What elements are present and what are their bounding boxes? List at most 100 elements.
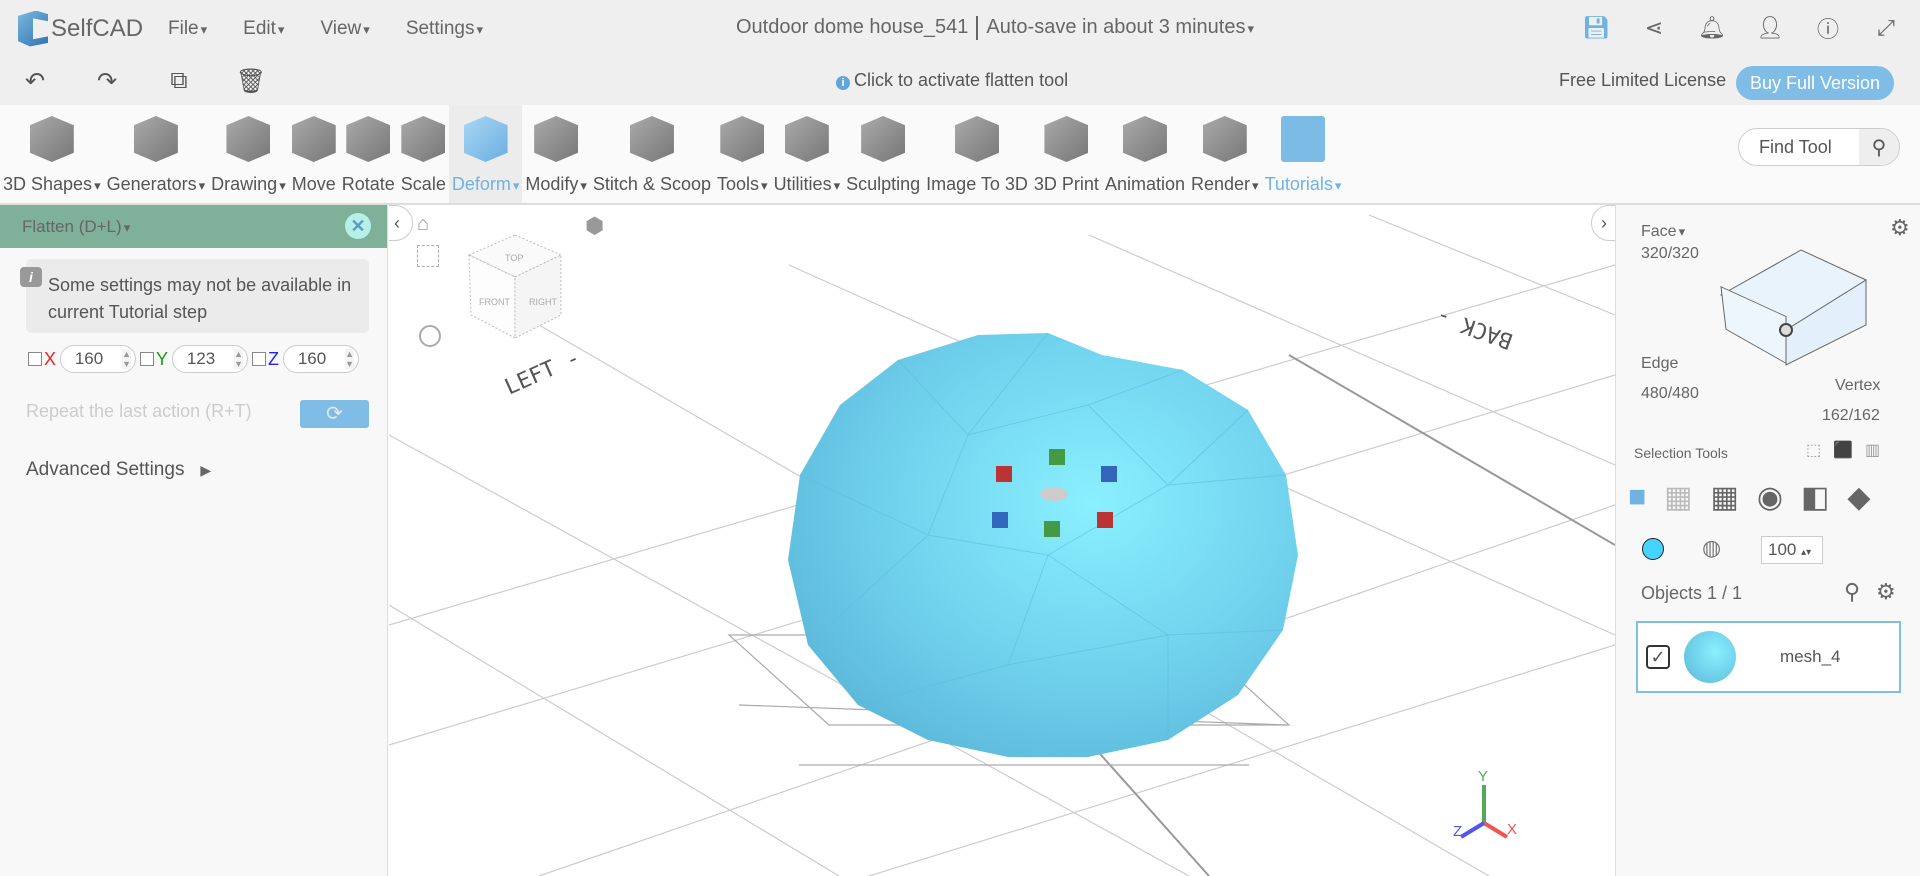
redo-icon[interactable]: ↷	[92, 66, 122, 96]
main-toolbar: 3D Shapes GeneratorsDrawingMoveRotateScal…	[0, 105, 1920, 205]
tool-label: Deform	[452, 174, 520, 195]
menu-view[interactable]: View	[320, 18, 369, 40]
tool-sculpting[interactable]: Sculpting	[843, 105, 923, 203]
3d-viewport[interactable]: LEFT - BACK - TOP FRONT RIGHT Y X Z ‹ ⌂ …	[389, 205, 1615, 876]
x-label: X	[44, 348, 57, 369]
gizmo-handle-z2[interactable]	[992, 512, 1008, 528]
gizmo-center[interactable]	[1040, 487, 1068, 501]
3d-print-icon	[1044, 116, 1089, 162]
panel-title[interactable]: Flatten (D+L)	[22, 217, 130, 237]
projection-icon[interactable]: ⬢	[585, 213, 604, 239]
tool-tools[interactable]: Tools	[714, 105, 771, 203]
y-checkbox[interactable]	[140, 352, 155, 366]
z-checkbox[interactable]	[252, 352, 267, 366]
info-icon[interactable]: ⓘ	[1814, 14, 1842, 42]
trash-icon[interactable]: 🗑︎	[236, 66, 266, 96]
tool-tutorials[interactable]: Tutorials	[1262, 105, 1345, 203]
x-input[interactable]: 160 ▲ ▼	[60, 345, 137, 373]
find-tool-input[interactable]: Find Tool ⚲	[1738, 128, 1900, 166]
bell-icon[interactable]: 🔔︎	[1698, 14, 1726, 42]
tool-rotate[interactable]: Rotate	[339, 105, 398, 203]
copy-icon[interactable]: ⧉	[164, 66, 194, 96]
gizmo-handle-x[interactable]	[996, 466, 1012, 482]
orbit-icon[interactable]	[419, 325, 441, 347]
tool-deform[interactable]: Deform	[448, 105, 523, 203]
tool-render[interactable]: Render	[1188, 105, 1262, 203]
fit-view-icon[interactable]	[417, 245, 439, 267]
rect-select-icon[interactable]: ⬚	[1806, 440, 1821, 460]
objects-gear-icon[interactable]: ⚙	[1876, 579, 1896, 605]
y-input[interactable]: 123 ▲ ▼	[172, 345, 249, 373]
deform-icon	[463, 116, 508, 162]
menu-file[interactable]: File	[168, 18, 207, 40]
select-faces-icon[interactable]: ▦	[1710, 480, 1738, 515]
face-mode-dropdown[interactable]: Face	[1641, 223, 1685, 241]
save-icon[interactable]: 💾︎	[1582, 14, 1610, 42]
tool-scale[interactable]: Scale	[398, 105, 449, 203]
select-object-icon[interactable]: ■	[1628, 480, 1646, 515]
user-icon[interactable]: 👤︎	[1756, 14, 1784, 42]
fullscreen-icon[interactable]: ⤢	[1872, 14, 1900, 42]
view-cube[interactable]	[467, 234, 563, 339]
tool-modify[interactable]: Modify	[522, 105, 590, 203]
tool-move[interactable]: Move	[289, 105, 339, 203]
tool-animation[interactable]: Animation	[1102, 105, 1188, 203]
menu-settings[interactable]: Settings	[406, 18, 483, 40]
scene[interactable]: LEFT - BACK - TOP FRONT RIGHT Y X Z	[389, 205, 1615, 876]
z-input[interactable]: 160 ▲ ▼	[283, 345, 360, 373]
mesh-sphere[interactable]	[788, 333, 1298, 757]
color-swatch[interactable]	[1642, 538, 1664, 560]
autosave-dropdown[interactable]: Auto-save in about 3 minutes	[986, 16, 1254, 40]
x-value: 160	[74, 349, 104, 368]
select-plane-icon[interactable]: ◆	[1847, 480, 1870, 515]
search-objects-icon[interactable]: ⚲	[1844, 579, 1860, 605]
share-icon[interactable]: ⋖	[1640, 14, 1668, 42]
tool-generators[interactable]: Generators	[104, 105, 209, 203]
select-half-icon[interactable]: ◧	[1801, 480, 1829, 515]
gizmo-handle-z[interactable]	[1101, 466, 1117, 482]
tool-utilities[interactable]: Utilities	[771, 105, 844, 203]
advanced-settings-toggle[interactable]: Advanced Settings	[26, 459, 211, 481]
close-icon[interactable]: ✕	[345, 213, 371, 239]
object-list-item[interactable]: ✓ mesh_4	[1636, 621, 1901, 693]
tool-3d-shapes[interactable]: 3D Shapes	[0, 105, 104, 203]
edge-label[interactable]: Edge	[1641, 355, 1678, 373]
gizmo-handle-x2[interactable]	[1097, 512, 1113, 528]
tool-3d-print[interactable]: 3D Print	[1031, 105, 1102, 203]
select-faces-wire-icon[interactable]: ▦	[1664, 480, 1692, 515]
home-icon[interactable]: ⌂	[417, 213, 429, 236]
x-checkbox[interactable]	[28, 352, 42, 366]
tool-stitch-scoop[interactable]: Stitch & Scoop	[590, 105, 714, 203]
tool-label: Tutorials	[1265, 174, 1342, 195]
gizmo-handle-y2[interactable]	[1044, 521, 1060, 537]
tool-label: Utilities	[774, 174, 841, 195]
tool-hint: i Click to activate flatten tool	[836, 70, 1068, 91]
select-sphere-icon[interactable]: ◉	[1757, 480, 1783, 515]
tool-label: Generators	[107, 174, 206, 195]
object-thumbnail	[1684, 631, 1736, 683]
y-label: Y	[156, 348, 169, 369]
selection-mode-diagram[interactable]	[1711, 240, 1891, 380]
gizmo-handle-y[interactable]	[1049, 449, 1065, 465]
tool-drawing[interactable]: Drawing	[208, 105, 289, 203]
undo-icon[interactable]: ↶	[20, 66, 50, 96]
menu-edit[interactable]: Edit	[243, 18, 284, 40]
sculpting-icon	[861, 116, 906, 162]
tool-label: Animation	[1104, 174, 1185, 194]
document-title[interactable]: Outdoor dome house_541	[736, 16, 968, 40]
object-visible-checkbox[interactable]: ✓	[1646, 645, 1670, 669]
mesh-group[interactable]	[788, 332, 1298, 757]
info-icon: i	[20, 267, 42, 287]
gear-icon[interactable]: ⚙	[1890, 215, 1910, 241]
tool-label: Sculpting	[846, 174, 921, 194]
tool-image-to-3d[interactable]: Image To 3D	[923, 105, 1031, 203]
search-icon[interactable]: ⚲	[1859, 129, 1899, 165]
selfcad-logo[interactable]: SelfCAD	[18, 10, 168, 47]
opacity-input[interactable]: 100 ▴▾	[1761, 536, 1823, 564]
select-through-icon[interactable]: ⬛	[1833, 440, 1853, 460]
select-all-icon[interactable]: ▥	[1865, 440, 1880, 460]
texture-icon[interactable]: ◍	[1702, 535, 1721, 561]
hint-text: Click to activate flatten tool	[854, 70, 1069, 90]
buy-full-version-button[interactable]: Buy Full Version	[1736, 66, 1894, 100]
repeat-button[interactable]: ⟳	[300, 400, 369, 428]
